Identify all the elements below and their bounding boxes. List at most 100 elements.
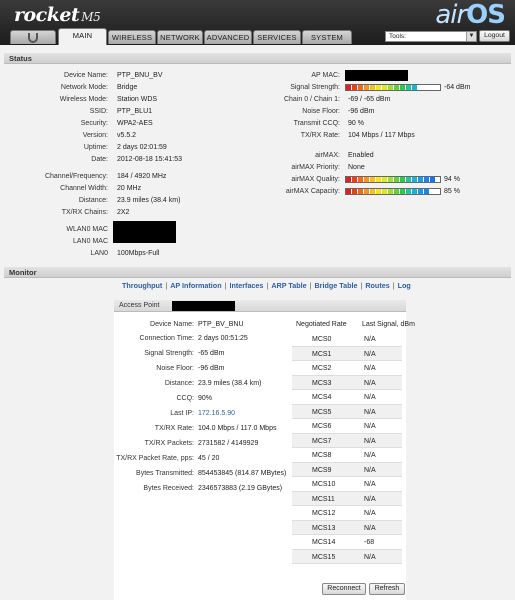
ap-info-value: 2346573883 (2.19 GBytes)	[198, 485, 283, 492]
bar-segment	[418, 189, 423, 194]
status-label: airMAX Quality:	[291, 176, 340, 183]
ap-info-value: 90%	[198, 395, 213, 402]
status-label: Signal Strength:	[290, 84, 340, 91]
status-label: Chain 0 / Chain 1:	[283, 96, 340, 103]
rate-signal: N/A	[364, 481, 376, 488]
link-arp-table[interactable]: ARP Table	[271, 281, 306, 290]
rate-row: MCS12 N/A	[292, 506, 402, 521]
status-label: Version:	[82, 132, 108, 139]
rate-name: MCS6	[312, 423, 332, 430]
rate-row: MCS9 N/A	[292, 462, 402, 477]
status-label: Security:	[80, 120, 108, 127]
status-label: Date:	[91, 156, 108, 163]
rate-row: MCS8 N/A	[292, 448, 402, 463]
tab-advanced[interactable]: ADVANCED	[204, 30, 252, 44]
ap-info-value: -65 dBm	[198, 350, 225, 357]
status-value: -64 dBm	[444, 84, 471, 91]
ap-info-label: Connection Time:	[139, 335, 194, 342]
bar-segment	[370, 85, 375, 90]
bar-segment	[400, 85, 405, 90]
airos-os: OS	[466, 0, 506, 30]
reconnect-button[interactable]: Reconnect	[322, 583, 366, 595]
status-section-title: Status	[4, 53, 511, 64]
ap-info-label: Signal Strength:	[144, 350, 194, 357]
status-value: v5.5.2	[117, 132, 137, 139]
refresh-button[interactable]: Refresh	[369, 583, 405, 595]
status-label: Device Name:	[64, 72, 108, 79]
bar-segment	[400, 189, 405, 194]
rate-name: MCS8	[312, 452, 332, 459]
rate-name: MCS7	[312, 437, 332, 445]
logout-button[interactable]: Logout	[479, 30, 510, 42]
last-ip-link[interactable]: 172.16.5.90	[198, 410, 235, 417]
rate-name: MCS13	[312, 524, 336, 532]
ap-info-value: 2 days 00:51:25	[198, 335, 248, 342]
status-label: SSID:	[89, 108, 108, 115]
rate-row: MCS7 N/A	[292, 433, 402, 448]
status-value: -69 / -65 dBm	[348, 96, 391, 103]
rate-name: MCS3	[312, 379, 332, 387]
rate-name: MCS5	[312, 408, 332, 416]
rate-row: MCS0 N/A	[292, 332, 402, 347]
bar-segment	[388, 189, 393, 194]
status-value: 20 MHz	[117, 185, 142, 192]
rate-signal: N/A	[364, 524, 376, 532]
rate-signal: N/A	[364, 495, 376, 503]
ap-info-label: Distance:	[164, 380, 194, 387]
bar-segment	[346, 189, 351, 194]
rate-signal: N/A	[364, 437, 376, 445]
redacted-mac	[172, 301, 235, 311]
tab-network[interactable]: NETWORK	[157, 30, 203, 44]
ap-info-label: TX/RX Packet Rate, pps:	[116, 455, 194, 462]
rate-signal: N/A	[364, 365, 376, 372]
ap-info-value: PTP_BV_BNU	[198, 321, 244, 328]
tab-wireless[interactable]: WIRELESS	[108, 30, 156, 44]
status-label: AP MAC:	[311, 72, 340, 79]
bar-segment	[370, 189, 375, 194]
tools-dropdown[interactable]: Tools: ▼	[385, 31, 477, 42]
ubiquiti-logo-tab[interactable]	[10, 30, 56, 44]
status-value: Bridge	[117, 84, 138, 91]
brand-logo: rocket M5	[14, 4, 101, 26]
status-label: LAN0	[90, 250, 108, 257]
ap-info-value: 2731582 / 4149929	[198, 440, 259, 447]
rate-row: MCS1 N/A	[292, 346, 402, 361]
status-value: 94 %	[444, 176, 460, 183]
status-label: Distance:	[78, 197, 108, 204]
status-label: Channel/Frequency:	[44, 173, 108, 180]
status-label: TX/RX Chains:	[61, 209, 108, 216]
ap-info-value: 45 / 20	[198, 455, 220, 462]
status-label: Noise Floor:	[302, 108, 340, 115]
bar-segment	[412, 85, 417, 90]
tab-system[interactable]: SYSTEM	[302, 30, 352, 44]
bar-segment	[370, 177, 375, 182]
link-throughput[interactable]: Throughput	[122, 281, 162, 290]
chevron-down-icon: ▼	[466, 32, 476, 41]
status-value: WPA2-AES	[117, 120, 153, 127]
link-routes[interactable]: Routes	[365, 281, 389, 290]
rate-row: MCS14 -68	[292, 535, 402, 550]
bar-segment	[394, 177, 399, 182]
redacted-mac	[345, 70, 408, 81]
tab-services[interactable]: SERVICES	[253, 30, 301, 44]
bar-segment	[424, 189, 429, 194]
ubiquiti-u-icon	[28, 33, 38, 43]
bar-segment	[376, 189, 381, 194]
main-content: Status Device Name: PTP_BNU_BV Network M…	[0, 45, 515, 600]
link-ap-information[interactable]: AP Information	[170, 281, 221, 290]
rate-signal: N/A	[364, 336, 376, 343]
link-log[interactable]: Log	[398, 281, 411, 290]
status-value: Station WDS	[117, 96, 158, 103]
bar-segment	[352, 189, 357, 194]
status-value: 2X2	[117, 209, 130, 216]
tab-main[interactable]: MAIN	[58, 28, 107, 45]
bar-segment	[346, 177, 351, 182]
link-bridge-table[interactable]: Bridge Table	[314, 281, 357, 290]
airos-air: air	[435, 0, 467, 30]
bar-segment	[406, 189, 411, 194]
rate-name: MCS11	[312, 495, 335, 503]
status-label: Wireless Mode:	[59, 96, 108, 103]
link-interfaces[interactable]: Interfaces	[229, 281, 263, 290]
bar-segment	[418, 177, 423, 182]
rate-row: MCS5 N/A	[292, 404, 402, 419]
